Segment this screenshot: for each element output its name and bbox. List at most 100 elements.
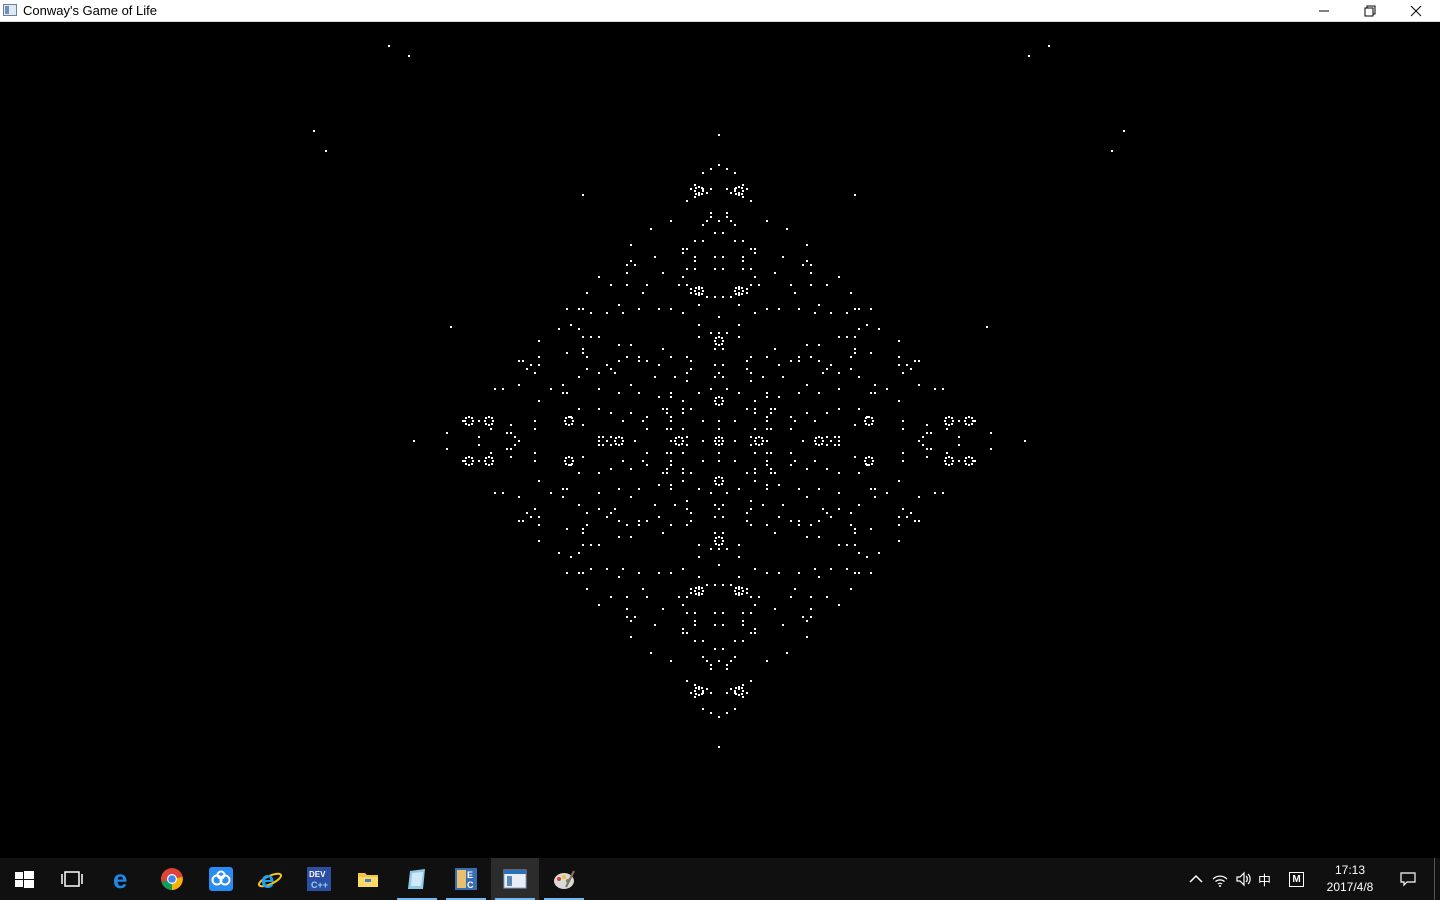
game-app-button[interactable]: EC — [442, 858, 490, 900]
minimize-button[interactable] — [1301, 0, 1347, 22]
live-cell — [754, 312, 756, 314]
restore-icon — [1364, 5, 1376, 17]
live-cell — [810, 596, 812, 598]
life-grid-canvas[interactable] — [0, 22, 1440, 858]
svg-text:C: C — [467, 880, 474, 890]
volume-button[interactable] — [1231, 858, 1255, 900]
live-cell — [686, 248, 688, 250]
live-cell — [570, 556, 572, 558]
live-cell — [626, 596, 628, 598]
live-cell — [408, 55, 410, 57]
live-cell — [722, 648, 724, 650]
live-cell — [986, 326, 988, 328]
live-cell — [838, 436, 840, 438]
live-cell — [722, 340, 724, 342]
live-cell — [754, 452, 756, 454]
live-cell — [738, 686, 740, 688]
action-center-button[interactable] — [1396, 858, 1420, 900]
notepad-button[interactable] — [393, 858, 441, 900]
restore-button[interactable] — [1347, 0, 1393, 22]
live-cell — [465, 463, 467, 465]
live-cell — [766, 488, 768, 490]
live-cell — [630, 620, 632, 622]
close-button[interactable] — [1393, 0, 1439, 22]
live-cell — [810, 608, 812, 610]
network-button[interactable] — [1208, 858, 1232, 900]
live-cell — [634, 264, 636, 266]
live-cell — [726, 168, 728, 170]
edge-button[interactable]: e — [99, 858, 147, 900]
live-cell — [572, 420, 574, 422]
live-cell — [538, 524, 540, 526]
live-cell — [718, 428, 720, 430]
live-cell — [721, 537, 723, 539]
live-cell — [690, 472, 692, 474]
start-button[interactable] — [0, 858, 48, 900]
live-cell — [538, 540, 540, 542]
live-cell — [658, 572, 660, 574]
input-mode-indicator[interactable]: M — [1289, 872, 1304, 887]
live-cell — [714, 532, 716, 534]
live-cell — [534, 420, 536, 422]
live-cell — [658, 484, 660, 486]
live-cell — [538, 516, 540, 518]
live-cell — [658, 516, 660, 518]
live-cell — [714, 364, 716, 366]
live-cell — [562, 392, 564, 394]
live-cell — [990, 448, 992, 450]
live-cell — [694, 590, 696, 592]
live-cell — [718, 420, 720, 422]
live-cell — [626, 272, 628, 274]
live-cell — [722, 400, 724, 402]
live-cell — [558, 552, 560, 554]
live-cell — [682, 452, 684, 454]
live-cell — [830, 568, 832, 570]
live-cell — [821, 437, 823, 439]
live-cell — [918, 384, 920, 386]
clock-date: 2017/4/8 — [1326, 880, 1374, 894]
task-view-button[interactable] — [48, 858, 96, 900]
live-cell — [694, 240, 696, 242]
paint-button[interactable] — [540, 858, 588, 900]
file-explorer-button[interactable] — [344, 858, 392, 900]
live-cell — [858, 472, 860, 474]
live-cell — [790, 360, 792, 362]
live-cell — [714, 540, 716, 542]
taskbar-clock[interactable]: 17:13 2017/4/8 — [1318, 862, 1382, 896]
live-cell — [726, 664, 728, 666]
live-cell — [766, 660, 768, 662]
live-cell — [718, 548, 720, 550]
live-cell — [682, 408, 684, 410]
live-cell — [698, 686, 700, 688]
live-cell — [722, 532, 724, 534]
show-hidden-icons-button[interactable] — [1184, 858, 1208, 900]
live-cell — [754, 412, 756, 414]
live-cell — [918, 520, 920, 522]
live-cell — [762, 440, 764, 442]
live-cell — [790, 596, 792, 598]
chrome-button[interactable] — [148, 858, 196, 900]
live-cell — [786, 228, 788, 230]
live-cell — [834, 436, 836, 438]
show-desktop-button[interactable] — [1434, 858, 1440, 900]
live-cell — [465, 423, 467, 425]
live-cell — [578, 552, 580, 554]
life-window-button[interactable] — [491, 858, 539, 900]
live-cell — [738, 588, 740, 590]
live-cell — [710, 692, 712, 694]
input-method-indicator[interactable]: 中 — [1258, 870, 1271, 889]
live-cell — [726, 332, 728, 334]
live-cell — [618, 360, 620, 362]
live-cell — [690, 512, 692, 514]
live-cell — [538, 400, 540, 402]
dev-cpp-button[interactable]: DEV C++ — [295, 858, 343, 900]
live-cell — [726, 492, 728, 494]
live-cell — [695, 293, 697, 295]
live-cell — [766, 464, 768, 466]
baidu-netdisk-button[interactable] — [197, 858, 245, 900]
live-cell — [965, 423, 967, 425]
live-cell — [948, 416, 950, 418]
internet-explorer-button[interactable]: e — [246, 858, 294, 900]
live-cell — [695, 587, 697, 589]
live-cell — [630, 412, 632, 414]
